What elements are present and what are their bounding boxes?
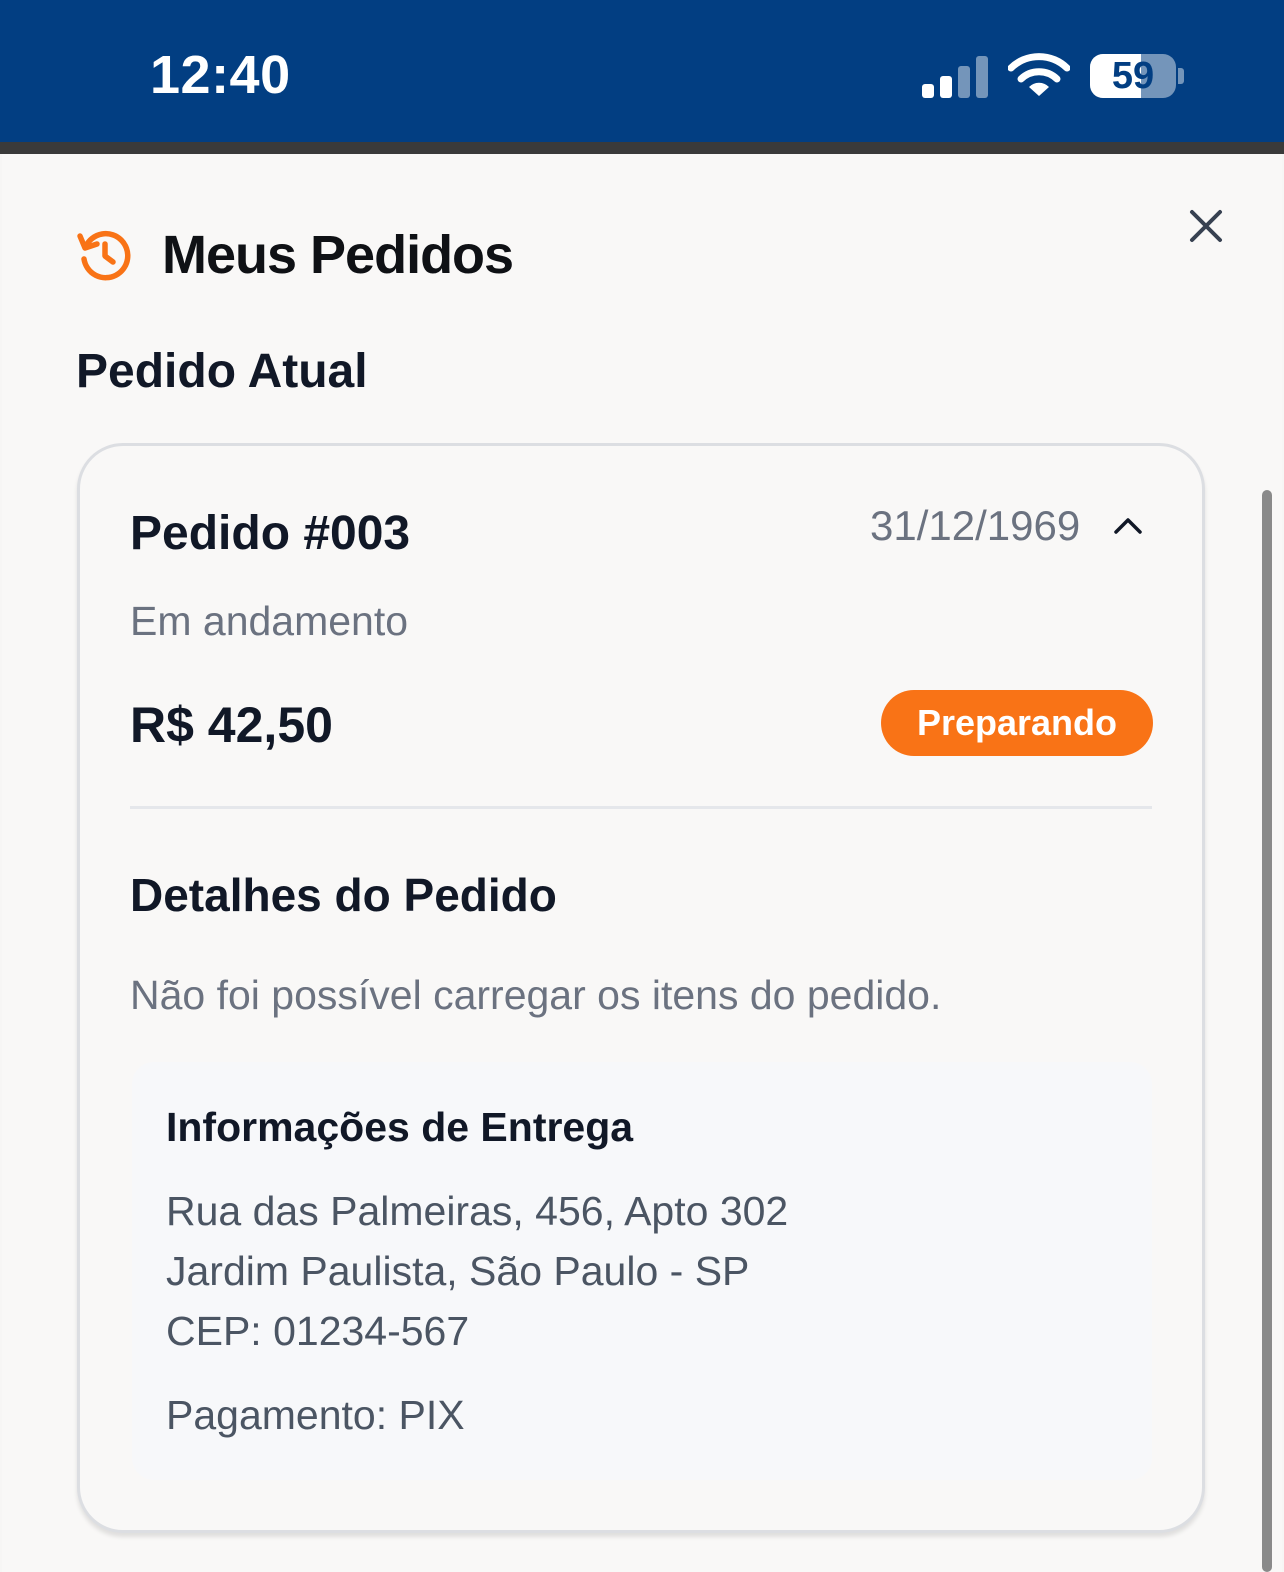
scrollbar[interactable]	[1262, 490, 1272, 1572]
section-title: Pedido Atual	[76, 345, 368, 398]
order-number: Pedido #003	[130, 507, 411, 560]
order-total: R$ 42,50	[130, 697, 333, 753]
close-icon[interactable]	[1182, 202, 1230, 250]
order-date: 31/12/1969	[870, 502, 1081, 549]
delivery-info-title: Informações de Entrega	[166, 1104, 634, 1150]
panel-top-edge	[0, 142, 1284, 154]
order-status-text: Em andamento	[130, 598, 409, 644]
chevron-up-icon[interactable]	[1110, 508, 1146, 544]
history-icon	[77, 230, 131, 281]
status-badge: Preparando	[881, 690, 1153, 756]
order-details-title: Detalhes do Pedido	[130, 869, 557, 921]
signal-icon	[922, 56, 990, 98]
delivery-payment: Pagamento: PIX	[166, 1392, 465, 1438]
wifi-icon	[1008, 53, 1070, 96]
panel-title: Meus Pedidos	[162, 225, 514, 285]
battery-cap	[1178, 68, 1184, 84]
items-error-message: Não foi possível carregar os itens do pe…	[130, 972, 942, 1018]
status-bar: 12:40 59	[0, 0, 1284, 142]
battery-level: 59	[1111, 55, 1155, 97]
divider	[130, 806, 1152, 809]
battery-icon: 59	[1090, 54, 1176, 98]
delivery-cep: CEP: 01234-567	[166, 1308, 470, 1354]
status-time: 12:40	[150, 45, 291, 105]
delivery-address-line1: Rua das Palmeiras, 456, Apto 302	[166, 1188, 789, 1234]
delivery-address-line2: Jardim Paulista, São Paulo - SP	[166, 1248, 750, 1294]
